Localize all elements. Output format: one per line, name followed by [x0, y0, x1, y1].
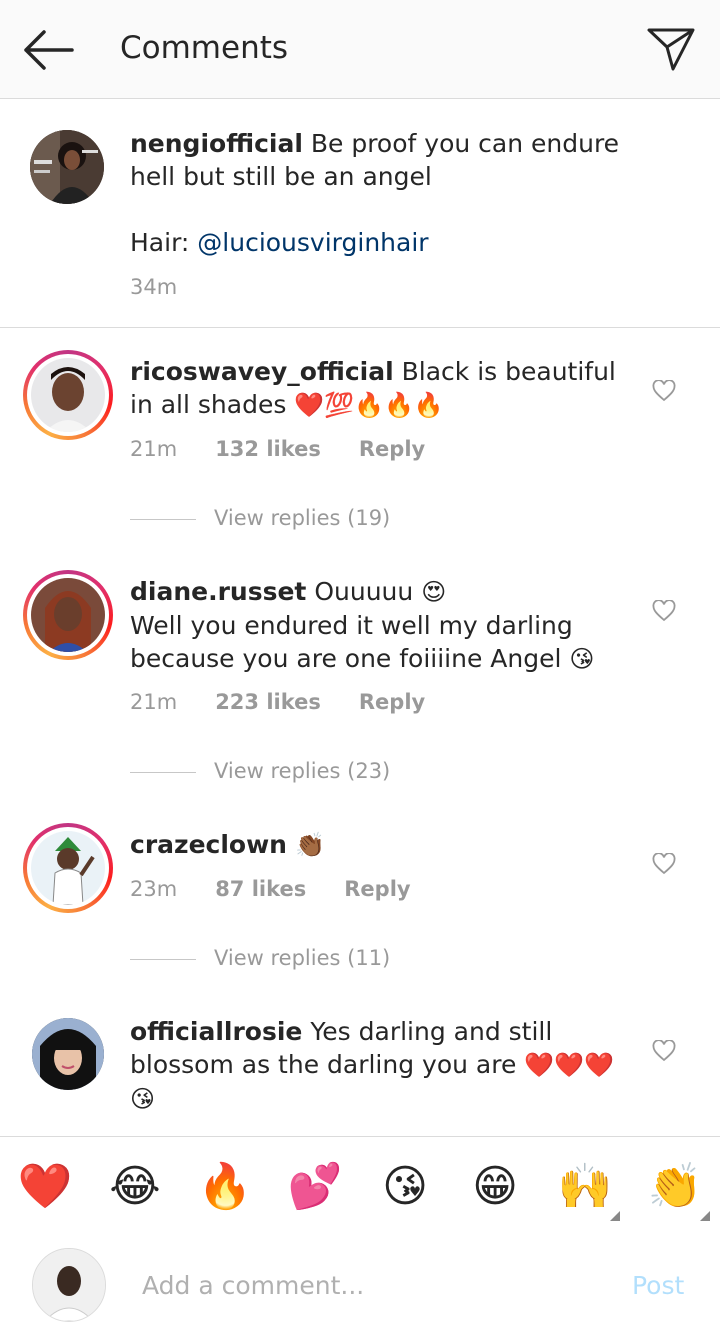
like-heart-icon[interactable]: [652, 853, 676, 875]
comment-username[interactable]: officiallrosie: [130, 1017, 302, 1046]
story-ring[interactable]: [23, 823, 113, 913]
comment-emoji: 👏🏾: [294, 831, 325, 859]
comment-time: 21m: [130, 690, 178, 714]
comment-text: diane.russet Ouuuuu 😍 Well you endured i…: [130, 575, 630, 676]
likes-count[interactable]: 223 likes: [215, 690, 321, 714]
grin-emoji-button[interactable]: 😁: [467, 1159, 523, 1215]
skin-tone-corner-icon: [700, 1211, 710, 1221]
comment-emoji: 😘: [130, 1085, 156, 1113]
avatar[interactable]: [32, 1018, 104, 1090]
fire-emoji-button[interactable]: 🔥: [197, 1159, 253, 1215]
comment-body: Ouuuuu: [314, 577, 414, 606]
comment-input[interactable]: [140, 1261, 604, 1309]
view-replies-label[interactable]: View replies (23): [214, 759, 390, 783]
direct-send-icon[interactable]: [646, 26, 696, 72]
comment-meta: 21m 223 likes Reply: [130, 690, 463, 714]
reply-button[interactable]: Reply: [359, 437, 425, 461]
likes-count[interactable]: 132 likes: [215, 437, 321, 461]
like-heart-icon[interactable]: [652, 600, 676, 622]
like-heart-icon[interactable]: [652, 1040, 676, 1062]
avatar[interactable]: [30, 130, 104, 204]
caption-text: nengiofficial Be proof you can endure he…: [130, 127, 670, 193]
avatar: [31, 831, 105, 905]
emoji-quick-bar: ❤️ 😂 🔥 💕 😘 😁 🙌 👏: [0, 1136, 720, 1236]
comment-username[interactable]: crazeclown: [130, 830, 287, 859]
page-title: Comments: [120, 30, 289, 66]
view-replies[interactable]: View replies (19): [130, 506, 390, 530]
view-replies-label[interactable]: View replies (19): [214, 506, 390, 530]
tears-of-joy-emoji-button[interactable]: 😂: [107, 1159, 163, 1215]
comment-meta: 23m 87 likes Reply: [130, 877, 449, 901]
caption-hair-line: Hair: @luciousvirginhair: [130, 226, 429, 259]
divider: [130, 958, 196, 960]
likes-count[interactable]: 87 likes: [215, 877, 306, 901]
comment-emoji: ❤️❤️❤️: [524, 1051, 614, 1079]
clapping-hands-emoji-button[interactable]: 👏: [647, 1159, 703, 1215]
comment-body-line2: Well you endured it well my darling beca…: [130, 611, 573, 673]
comment-time: 21m: [130, 437, 178, 461]
comment-composer: Post: [0, 1235, 720, 1337]
kiss-emoji-button[interactable]: 😘: [377, 1159, 433, 1215]
post-caption: nengiofficial Be proof you can endure he…: [0, 99, 720, 328]
view-replies-label[interactable]: View replies (11): [214, 946, 390, 970]
raised-hands-emoji-button[interactable]: 🙌: [557, 1159, 613, 1215]
view-replies[interactable]: View replies (11): [130, 946, 390, 970]
divider: [130, 771, 196, 773]
caption-username[interactable]: nengiofficial: [130, 129, 303, 158]
comment-emoji: ❤️💯🔥🔥🔥: [294, 391, 444, 419]
caption-time: 34m: [130, 275, 178, 299]
comment-emoji: 😘: [569, 645, 595, 673]
story-ring[interactable]: [23, 350, 113, 440]
comment-time: 23m: [130, 877, 178, 901]
avatar: [32, 1248, 106, 1322]
beating-heart-emoji-button[interactable]: 💕: [287, 1159, 343, 1215]
hair-label: Hair:: [130, 228, 190, 257]
reply-button[interactable]: Reply: [344, 877, 410, 901]
avatar: [31, 358, 105, 432]
comment-emoji: 😍: [421, 578, 447, 606]
story-ring[interactable]: [23, 570, 113, 660]
comment-text: ricoswavey_official Black is beautiful i…: [130, 355, 630, 422]
red-heart-emoji-button[interactable]: ❤️: [17, 1159, 73, 1215]
skin-tone-corner-icon: [610, 1211, 620, 1221]
avatar: [31, 578, 105, 652]
comment-meta: 21m 132 likes Reply: [130, 437, 463, 461]
comment-username[interactable]: ricoswavey_official: [130, 357, 394, 386]
like-heart-icon[interactable]: [652, 380, 676, 402]
view-replies[interactable]: View replies (23): [130, 759, 390, 783]
back-arrow-icon[interactable]: [20, 26, 74, 74]
mention-link[interactable]: @luciousvirginhair: [197, 228, 428, 257]
top-bar: Comments: [0, 0, 720, 99]
divider: [130, 518, 196, 520]
post-button[interactable]: Post: [632, 1271, 684, 1300]
comment-text: officiallrosie Yes darling and still blo…: [130, 1015, 630, 1116]
reply-button[interactable]: Reply: [359, 690, 425, 714]
comment-username[interactable]: diane.russet: [130, 577, 306, 606]
comment-text: crazeclown 👏🏾: [130, 828, 325, 862]
